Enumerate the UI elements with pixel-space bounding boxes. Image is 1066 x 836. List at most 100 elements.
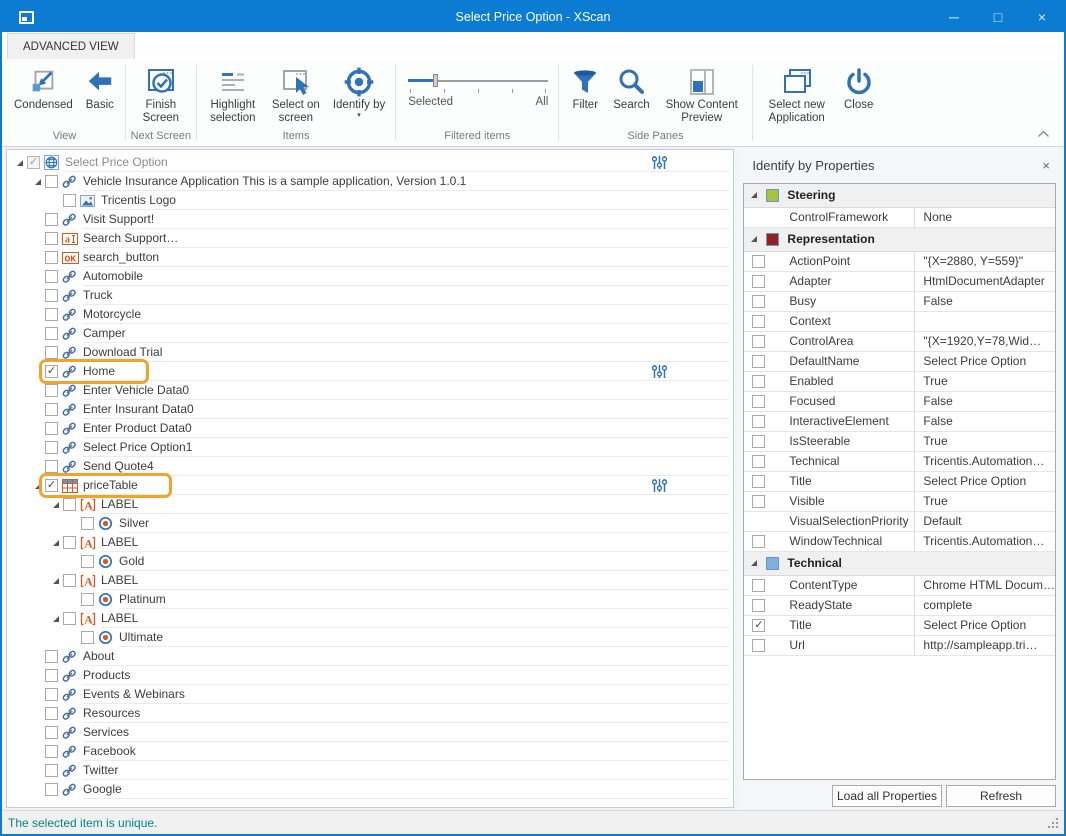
tree-row[interactable]: Products [7,666,733,685]
condensed-button[interactable]: Condensed [8,62,79,112]
slider-track[interactable] [408,78,548,83]
filter-button[interactable]: Filter [563,62,607,112]
row-checkbox[interactable] [45,270,58,283]
property-checkbox[interactable] [752,535,765,548]
row-checkbox[interactable] [63,612,76,625]
tree-row[interactable]: Select Price Option1 [7,438,733,457]
row-checkbox[interactable]: ✓ [45,479,58,492]
property-checkbox[interactable] [752,475,765,488]
expander-icon[interactable] [750,235,760,243]
tree-row[interactable]: Enter Insurant Data0 [7,400,733,419]
row-checkbox[interactable] [45,726,58,739]
tree-row[interactable]: Ultimate [7,628,733,647]
property-checkbox[interactable] [752,495,765,508]
row-checkbox[interactable] [81,631,94,644]
tree-row[interactable]: Services [7,723,733,742]
property-row[interactable]: BusyFalse [744,292,1055,312]
highlight-selection-button[interactable]: Highlight selection [201,62,265,125]
identify-filter-icon[interactable] [651,364,668,382]
row-checkbox[interactable] [45,403,58,416]
expander-icon[interactable] [49,615,63,623]
row-checkbox[interactable] [81,593,94,606]
property-row[interactable]: AdapterHtmlDocumentAdapter [744,272,1055,292]
tree-row[interactable]: Tricentis Logo [7,191,733,210]
expander-icon[interactable] [31,178,45,186]
identify-by-button[interactable]: Identify by ▾ [327,62,391,119]
property-checkbox[interactable] [752,315,765,328]
row-checkbox[interactable] [81,517,94,530]
tree-row[interactable]: Enter Product Data0 [7,419,733,438]
row-checkbox[interactable]: ✓ [27,156,40,169]
tree-row[interactable]: Resources [7,704,733,723]
tree-row[interactable]: ✓Home [7,362,733,381]
row-checkbox[interactable] [81,555,94,568]
search-button[interactable]: Search [607,62,655,112]
property-row[interactable]: DefaultNameSelect Price Option [744,352,1055,372]
tree-row[interactable]: Twitter [7,761,733,780]
tab-advanced-view[interactable]: ADVANCED VIEW [7,33,135,59]
row-checkbox[interactable] [45,707,58,720]
row-checkbox[interactable] [45,308,58,321]
property-checkbox[interactable] [752,639,765,652]
select-on-screen-button[interactable]: Select on screen [265,62,327,125]
row-checkbox[interactable] [45,346,58,359]
tree-row[interactable]: Vehicle Insurance Application This is a … [7,172,733,191]
property-row[interactable]: IsSteerableTrue [744,432,1055,452]
tree-row[interactable]: ALABEL [7,571,733,590]
tree-row[interactable]: ALABEL [7,495,733,514]
row-checkbox[interactable] [45,764,58,777]
tree-row[interactable]: aSearch Support… [7,229,733,248]
tree-row[interactable]: Download Trial [7,343,733,362]
tree-row[interactable]: Facebook [7,742,733,761]
property-checkbox[interactable]: ✓ [752,619,765,632]
property-checkbox[interactable] [752,295,765,308]
property-checkbox[interactable] [752,255,765,268]
expander-icon[interactable] [49,577,63,585]
expander-icon[interactable] [31,482,45,490]
property-row[interactable]: EnabledTrue [744,372,1055,392]
property-row[interactable]: ControlArea"{X=1920,Y=78,Wid… [744,332,1055,352]
identify-filter-icon[interactable] [651,478,668,496]
tree-row[interactable]: Silver [7,514,733,533]
property-row[interactable]: ContentTypeChrome HTML Docum… [744,576,1055,596]
tree-row[interactable]: Camper [7,324,733,343]
section-header-representation[interactable]: Representation [744,228,1055,252]
expander-icon[interactable] [750,191,760,199]
row-checkbox[interactable] [45,745,58,758]
row-checkbox[interactable] [45,289,58,302]
tree-row[interactable]: Gold [7,552,733,571]
collapse-ribbon-chevron-icon[interactable] [1037,127,1050,141]
property-row[interactable]: ControlFrameworkNone [744,208,1055,228]
tree-row[interactable]: ✓Select Price Option [7,153,733,172]
section-header-technical[interactable]: Technical [744,552,1055,576]
row-checkbox[interactable] [45,669,58,682]
section-header-steering[interactable]: Steering [744,184,1055,208]
row-checkbox[interactable]: ✓ [45,365,58,378]
select-new-application-button[interactable]: Select new Application [757,62,837,125]
property-row[interactable]: WindowTechnicalTricentis.Automation… [744,532,1055,552]
row-checkbox[interactable] [45,327,58,340]
property-checkbox[interactable] [752,415,765,428]
minimize-button[interactable]: ─ [932,2,976,32]
close-xscan-button[interactable]: Close [837,62,881,112]
property-row[interactable]: TitleSelect Price Option [744,472,1055,492]
tree-row[interactable]: Enter Vehicle Data0 [7,381,733,400]
row-checkbox[interactable] [45,460,58,473]
show-content-preview-button[interactable]: Show Content Preview [656,62,748,125]
row-checkbox[interactable] [45,384,58,397]
property-row[interactable]: Urlhttp://sampleapp.tri… [744,636,1055,656]
row-checkbox[interactable] [45,441,58,454]
close-button[interactable]: × [1020,2,1064,32]
tree-row[interactable]: Google [7,780,733,799]
expander-icon[interactable] [13,159,27,167]
row-checkbox[interactable] [45,650,58,663]
property-row[interactable]: InteractiveElementFalse [744,412,1055,432]
property-row[interactable]: FocusedFalse [744,392,1055,412]
row-checkbox[interactable] [45,783,58,796]
row-checkbox[interactable] [63,536,76,549]
property-row[interactable]: TechnicalTricentis.Automation… [744,452,1055,472]
refresh-button[interactable]: Refresh [946,785,1056,807]
property-checkbox[interactable] [752,579,765,592]
property-checkbox[interactable] [752,435,765,448]
row-checkbox[interactable] [63,194,76,207]
